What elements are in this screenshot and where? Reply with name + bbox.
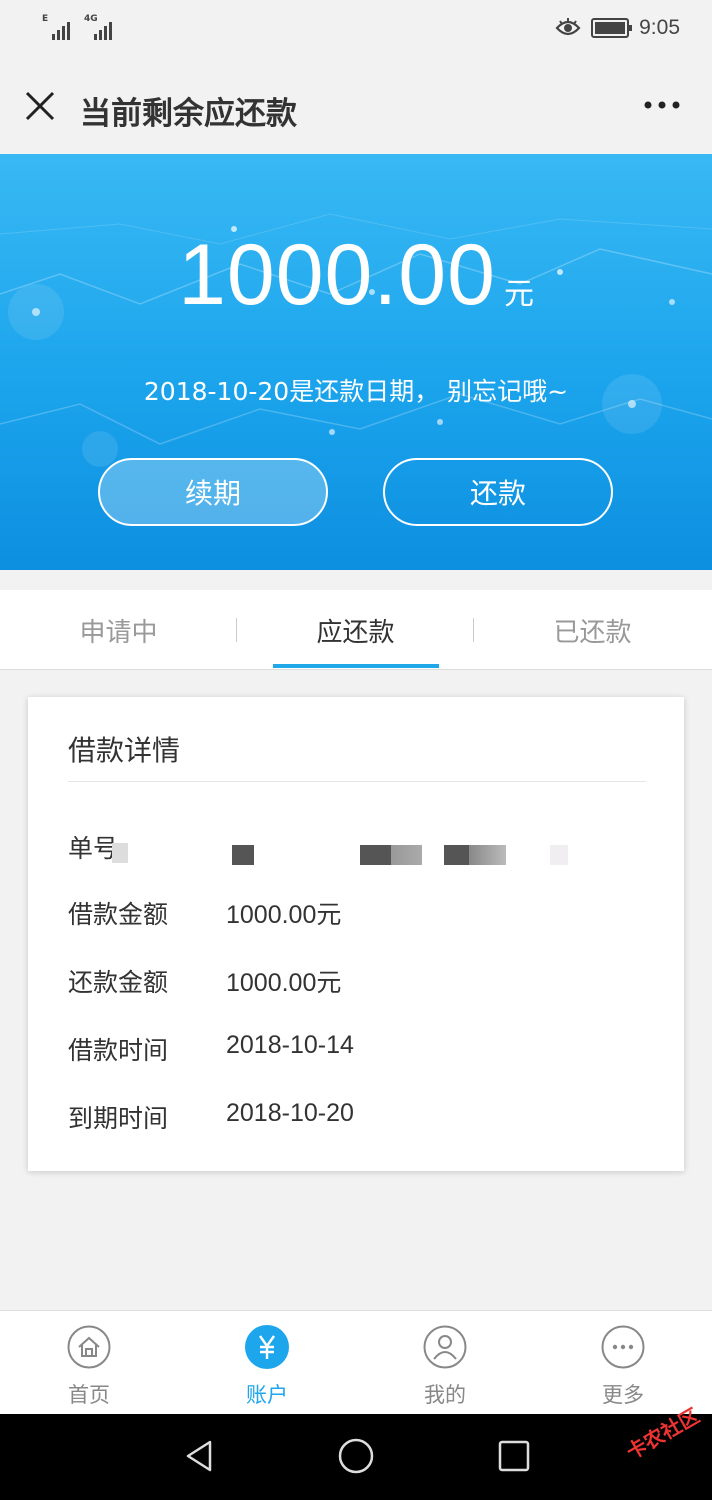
- app-header: 当前剩余应还款: [0, 62, 712, 154]
- amount-unit: 元: [503, 277, 534, 312]
- user-icon: [423, 1325, 467, 1369]
- status-bar: E 4G 9:05: [0, 0, 712, 62]
- nav-item-account[interactable]: 账户: [178, 1311, 356, 1415]
- recent-apps-icon[interactable]: [494, 1436, 534, 1476]
- more-options-icon[interactable]: [642, 98, 682, 112]
- clock: 9:05: [639, 16, 680, 39]
- detail-row-order-number: 单号: [68, 829, 226, 865]
- amount-value: 1000.00: [178, 227, 496, 323]
- tab-applying[interactable]: 申请中: [0, 590, 237, 670]
- detail-row-loan-date: 借款时间 2018-10-14: [68, 1031, 354, 1067]
- system-nav-bar: [0, 1414, 712, 1500]
- row-label: 借款时间: [68, 1036, 169, 1065]
- row-value: 2018-10-14: [226, 1031, 354, 1059]
- redacted-block: [232, 845, 254, 865]
- nav-label: 账户: [246, 1383, 288, 1407]
- nav-item-mine[interactable]: 我的: [356, 1311, 534, 1415]
- active-tab-indicator: [273, 664, 439, 668]
- home-icon: [67, 1325, 111, 1369]
- signal-icon: E: [42, 14, 74, 40]
- redacted-block: [112, 843, 128, 863]
- row-value: 1000.00元: [226, 901, 342, 929]
- detail-row-loan-amount: 借款金额 1000.00元: [68, 895, 341, 931]
- row-value: 1000.00元: [226, 969, 342, 997]
- repay-button[interactable]: 还款: [383, 458, 613, 526]
- due-date-notice: 2018-10-20是还款日期， 别忘记哦~: [143, 377, 569, 406]
- loan-status-tabs: 申请中 应还款 已还款: [0, 590, 712, 670]
- card-title: 借款详情: [68, 734, 181, 767]
- home-circle-icon[interactable]: [336, 1436, 376, 1476]
- nav-label: 我的: [424, 1383, 466, 1407]
- nav-item-more[interactable]: 更多: [534, 1311, 712, 1415]
- row-label: 借款金额: [68, 900, 169, 929]
- renew-button[interactable]: 续期: [98, 458, 328, 526]
- page-title: 当前剩余应还款: [80, 96, 297, 132]
- detail-row-repay-amount: 还款金额 1000.00元: [68, 963, 341, 999]
- row-label: 单号: [68, 834, 119, 863]
- redacted-block: [444, 845, 506, 865]
- tab-repaid[interactable]: 已还款: [474, 590, 711, 670]
- eye-icon: [555, 18, 581, 36]
- loan-detail-card: 借款详情 单号 借款金额 1000.00元 还款金额 1000.00元 借款时间…: [28, 697, 684, 1171]
- detail-row-due-date: 到期时间 2018-10-20: [68, 1099, 354, 1135]
- yuan-icon: [245, 1325, 289, 1369]
- bottom-nav: 首页 账户 我的 更多: [0, 1310, 712, 1414]
- signal-type-label: E: [42, 14, 49, 24]
- signal-icon: 4G: [84, 14, 116, 40]
- card-divider: [68, 781, 646, 782]
- redacted-block: [550, 845, 568, 865]
- nav-label: 首页: [68, 1383, 110, 1407]
- back-icon[interactable]: [180, 1436, 220, 1476]
- row-label: 到期时间: [68, 1104, 169, 1133]
- more-dots-icon: [601, 1325, 645, 1369]
- close-icon[interactable]: [24, 90, 56, 122]
- nav-item-home[interactable]: 首页: [0, 1311, 178, 1415]
- repayment-banner: 1000.00 元 2018-10-20是还款日期， 别忘记哦~ 续期 还款: [0, 154, 712, 570]
- row-value: 2018-10-20: [226, 1099, 354, 1127]
- tab-due[interactable]: 应还款: [237, 590, 474, 670]
- redacted-block: [360, 845, 422, 865]
- battery-icon: [591, 18, 633, 38]
- row-label: 还款金额: [68, 968, 169, 997]
- remaining-amount: 1000.00 元: [0, 226, 712, 325]
- signal-indicators: E 4G: [42, 14, 116, 40]
